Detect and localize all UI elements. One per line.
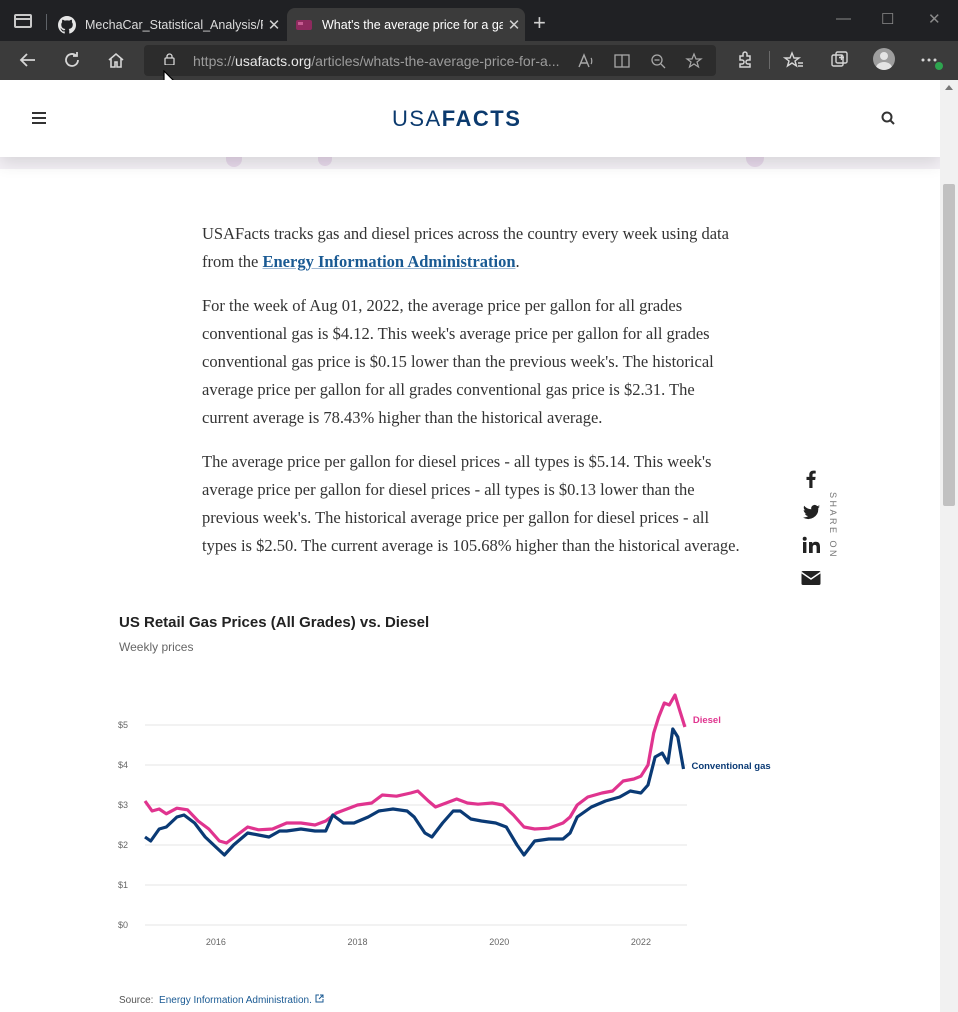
- extensions-icon[interactable]: [734, 49, 756, 71]
- read-aloud-icon[interactable]: [577, 52, 595, 70]
- share-panel: SHARE ON: [800, 468, 846, 588]
- tab-separator: [46, 14, 47, 30]
- paragraph-text: .: [515, 252, 520, 271]
- logo-text-facts: FACTS: [441, 106, 522, 131]
- y-tick-label: $0: [118, 920, 128, 930]
- scroll-thumb[interactable]: [943, 184, 955, 506]
- y-tick-label: $2: [118, 840, 128, 850]
- article-paragraph: The average price per gallon for diesel …: [202, 452, 740, 555]
- profile-avatar[interactable]: [873, 48, 895, 70]
- new-tab-button[interactable]: +: [533, 12, 546, 34]
- source-label: Source:: [119, 995, 154, 1006]
- tab-actions-icon[interactable]: [14, 14, 32, 28]
- minimize-button[interactable]: —: [836, 10, 851, 27]
- maximize-button[interactable]: ☐: [881, 10, 894, 28]
- home-icon[interactable]: [105, 49, 127, 71]
- site-header: USAFACTS: [0, 80, 940, 157]
- logo-text-usa: USA: [392, 106, 442, 131]
- y-tick-label: $3: [118, 800, 128, 810]
- zoom-out-icon[interactable]: [649, 52, 667, 70]
- series-label: Diesel: [693, 715, 721, 726]
- gas-diesel-line-chart: $0 $1 $2 $3 $4 $5 2016 2018 2020 2022 Diesel Conven…: [118, 693, 771, 947]
- url-host: usafacts.org: [235, 53, 312, 69]
- email-icon[interactable]: [800, 567, 822, 589]
- add-favorite-icon[interactable]: [685, 52, 703, 70]
- article-paragraph: USAFacts tracks gas and diesel prices ac…: [202, 220, 742, 276]
- y-tick-label: $5: [118, 720, 128, 730]
- reader-view-icon[interactable]: [613, 52, 631, 70]
- eia-link[interactable]: Energy Information Administration: [262, 252, 515, 271]
- menu-icon[interactable]: [32, 112, 46, 124]
- address-bar[interactable]: https://usafacts.org/articles/whats-the-…: [144, 45, 716, 76]
- article-body: USAFacts tracks gas and diesel prices ac…: [202, 220, 742, 576]
- chart-title: US Retail Gas Prices (All Grades) vs. Di…: [119, 614, 430, 631]
- browser-tab-github[interactable]: MechaCar_Statistical_Analysis/RE ✕: [50, 8, 285, 41]
- update-badge: [935, 62, 943, 70]
- toolbar-separator: [769, 51, 770, 69]
- article-paragraph: For the week of Aug 01, 2022, the averag…: [202, 296, 714, 427]
- browser-tab-usafacts[interactable]: What's the average price for a gas ✕: [287, 8, 525, 41]
- y-tick-label: $1: [118, 880, 128, 890]
- url-text[interactable]: https://usafacts.org/articles/whats-the-…: [193, 53, 573, 69]
- external-link-icon: [315, 994, 324, 1003]
- chart-source: Source: Energy Information Administratio…: [119, 994, 324, 1006]
- y-tick-label: $4: [118, 760, 128, 770]
- source-link[interactable]: Energy Information Administration.: [159, 995, 312, 1006]
- favorites-icon[interactable]: [783, 49, 805, 71]
- back-arrow-icon[interactable]: [17, 49, 39, 71]
- hero-image-strip: [0, 157, 940, 169]
- x-tick-label: 2018: [348, 937, 368, 947]
- tab-title: MechaCar_Statistical_Analysis/RE: [85, 17, 263, 32]
- x-tick-label: 2022: [631, 937, 651, 947]
- lock-icon[interactable]: [164, 53, 175, 65]
- scroll-up-arrow[interactable]: [945, 85, 953, 90]
- browser-tab-bar: MechaCar_Statistical_Analysis/RE ✕ What'…: [0, 0, 958, 41]
- browser-toolbar: https://usafacts.org/articles/whats-the-…: [0, 41, 958, 80]
- x-tick-label: 2016: [206, 937, 226, 947]
- refresh-icon[interactable]: [61, 49, 83, 71]
- hero-decoration: [746, 157, 764, 167]
- tab-close-icon[interactable]: ✕: [503, 16, 525, 34]
- search-icon[interactable]: [881, 111, 895, 125]
- close-window-button[interactable]: ✕: [928, 10, 941, 28]
- usafacts-favicon-icon: [296, 19, 312, 30]
- github-icon: [58, 15, 76, 34]
- x-tick-label: 2020: [489, 937, 509, 947]
- twitter-icon[interactable]: [800, 501, 822, 523]
- page-scrollbar[interactable]: [940, 80, 958, 1012]
- chart-subtitle: Weekly prices: [119, 640, 194, 654]
- linkedin-icon[interactable]: [800, 534, 822, 556]
- collections-icon[interactable]: [828, 49, 850, 71]
- facebook-icon[interactable]: [800, 468, 822, 490]
- share-label: SHARE ON: [828, 492, 838, 560]
- url-prefix: https://: [193, 53, 236, 69]
- tab-title: What's the average price for a gas: [322, 17, 503, 32]
- tab-close-icon[interactable]: ✕: [263, 16, 285, 34]
- web-page: USAFACTS USAFacts tracks gas and diesel …: [0, 80, 940, 1012]
- series-label: Conventional gas: [691, 761, 770, 772]
- usafacts-logo[interactable]: USAFACTS: [392, 106, 521, 132]
- url-path: /articles/whats-the-average-price-for-a.…: [311, 53, 560, 69]
